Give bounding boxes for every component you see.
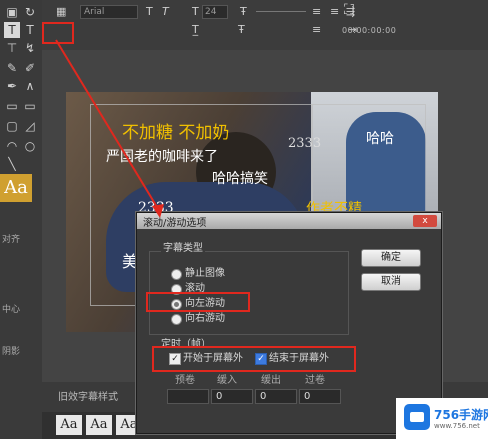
- watermark-text: 756手游网: [434, 408, 488, 422]
- annotation-arrow: [55, 39, 164, 218]
- watermark-logo-icon: [404, 404, 430, 430]
- watermark-badge: 756手游网 www.756.net: [396, 398, 488, 439]
- watermark-url: www.756.net: [434, 422, 480, 430]
